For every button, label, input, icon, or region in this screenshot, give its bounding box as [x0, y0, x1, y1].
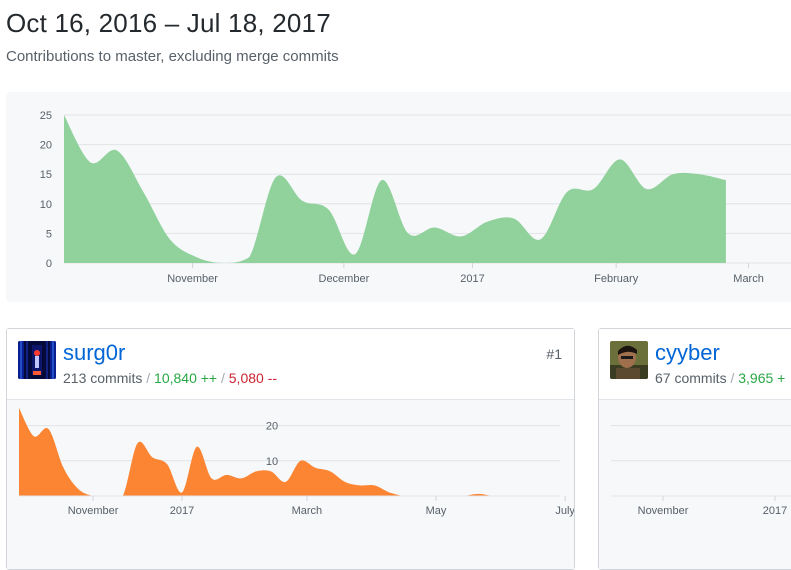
- contributor-card-cyyber: cyyber 67 commits / 3,965 + November 2017: [598, 328, 791, 570]
- y-tick-label: 20: [40, 140, 52, 152]
- y-tick-label: 5: [46, 228, 52, 240]
- contributor-chart-area: November 2017: [599, 400, 791, 569]
- area-series: [64, 115, 726, 263]
- contributor-card-surg0r: surg0r 213 commits / 10,840 ++ / 5,080 -…: [6, 328, 575, 570]
- x-tick-label: 2017: [763, 505, 787, 517]
- contributor-header: surg0r 213 commits / 10,840 ++ / 5,080 -…: [7, 329, 574, 400]
- contributor-stats: 67 commits / 3,965 +: [655, 370, 785, 386]
- x-tick-label: November: [167, 273, 218, 285]
- x-tick-label: 2017: [170, 505, 194, 517]
- contributor-rank: #1: [546, 346, 562, 362]
- y-tick-label: 25: [40, 110, 52, 122]
- contributor-chart-svg: 10 20 November 2017 March May July: [19, 408, 574, 517]
- stats-separator: /: [730, 370, 735, 386]
- page-subtitle: Contributions to master, excluding merge…: [6, 48, 339, 65]
- x-tick-label: May: [426, 505, 447, 517]
- x-tick-label: November: [68, 505, 119, 517]
- main-chart-svg: 0 5 10 15 20 25 November December 2017 February Ma…: [40, 110, 791, 285]
- avatar-matrix-icon[interactable]: [18, 341, 56, 379]
- stats-separator: /: [220, 370, 225, 386]
- date-range-title: Oct 16, 2016 – Jul 18, 2017: [6, 8, 331, 38]
- contributor-name-link[interactable]: cyyber: [655, 340, 720, 366]
- x-tick-label: March: [292, 505, 323, 517]
- y-tick-label: 10: [266, 456, 278, 468]
- contributor-chart-svg: November 2017: [611, 425, 791, 517]
- y-tick-label: 15: [40, 169, 52, 181]
- contributor-stats: 213 commits / 10,840 ++ / 5,080 --: [63, 370, 277, 386]
- main-contributions-chart: 0 5 10 15 20 25 November December 2017 February Ma…: [6, 92, 791, 302]
- y-tick-label: 20: [266, 421, 278, 433]
- commit-count[interactable]: 67 commits: [655, 370, 727, 386]
- contributor-name-link[interactable]: surg0r: [63, 340, 125, 366]
- additions-count: 3,965 +: [738, 370, 786, 386]
- x-tick-label: February: [594, 273, 639, 285]
- stats-separator: /: [146, 370, 151, 386]
- x-tick-label: 2017: [460, 273, 484, 285]
- x-tick-label: December: [319, 273, 370, 285]
- x-tick-label: July: [555, 505, 574, 517]
- contributor-chart-area: 10 20 November 2017 March May July: [7, 400, 574, 569]
- deletions-count: 5,080 --: [228, 370, 278, 386]
- avatar-photo-icon[interactable]: [610, 341, 648, 379]
- x-tick-label: November: [638, 505, 689, 517]
- commit-count[interactable]: 213 commits: [63, 370, 142, 386]
- area-series: [19, 408, 508, 496]
- y-tick-label: 10: [40, 199, 52, 211]
- contributor-header: cyyber 67 commits / 3,965 +: [599, 329, 791, 400]
- x-tick-label: March: [733, 273, 764, 285]
- additions-count: 10,840 ++: [154, 370, 218, 386]
- y-tick-label: 0: [46, 258, 52, 270]
